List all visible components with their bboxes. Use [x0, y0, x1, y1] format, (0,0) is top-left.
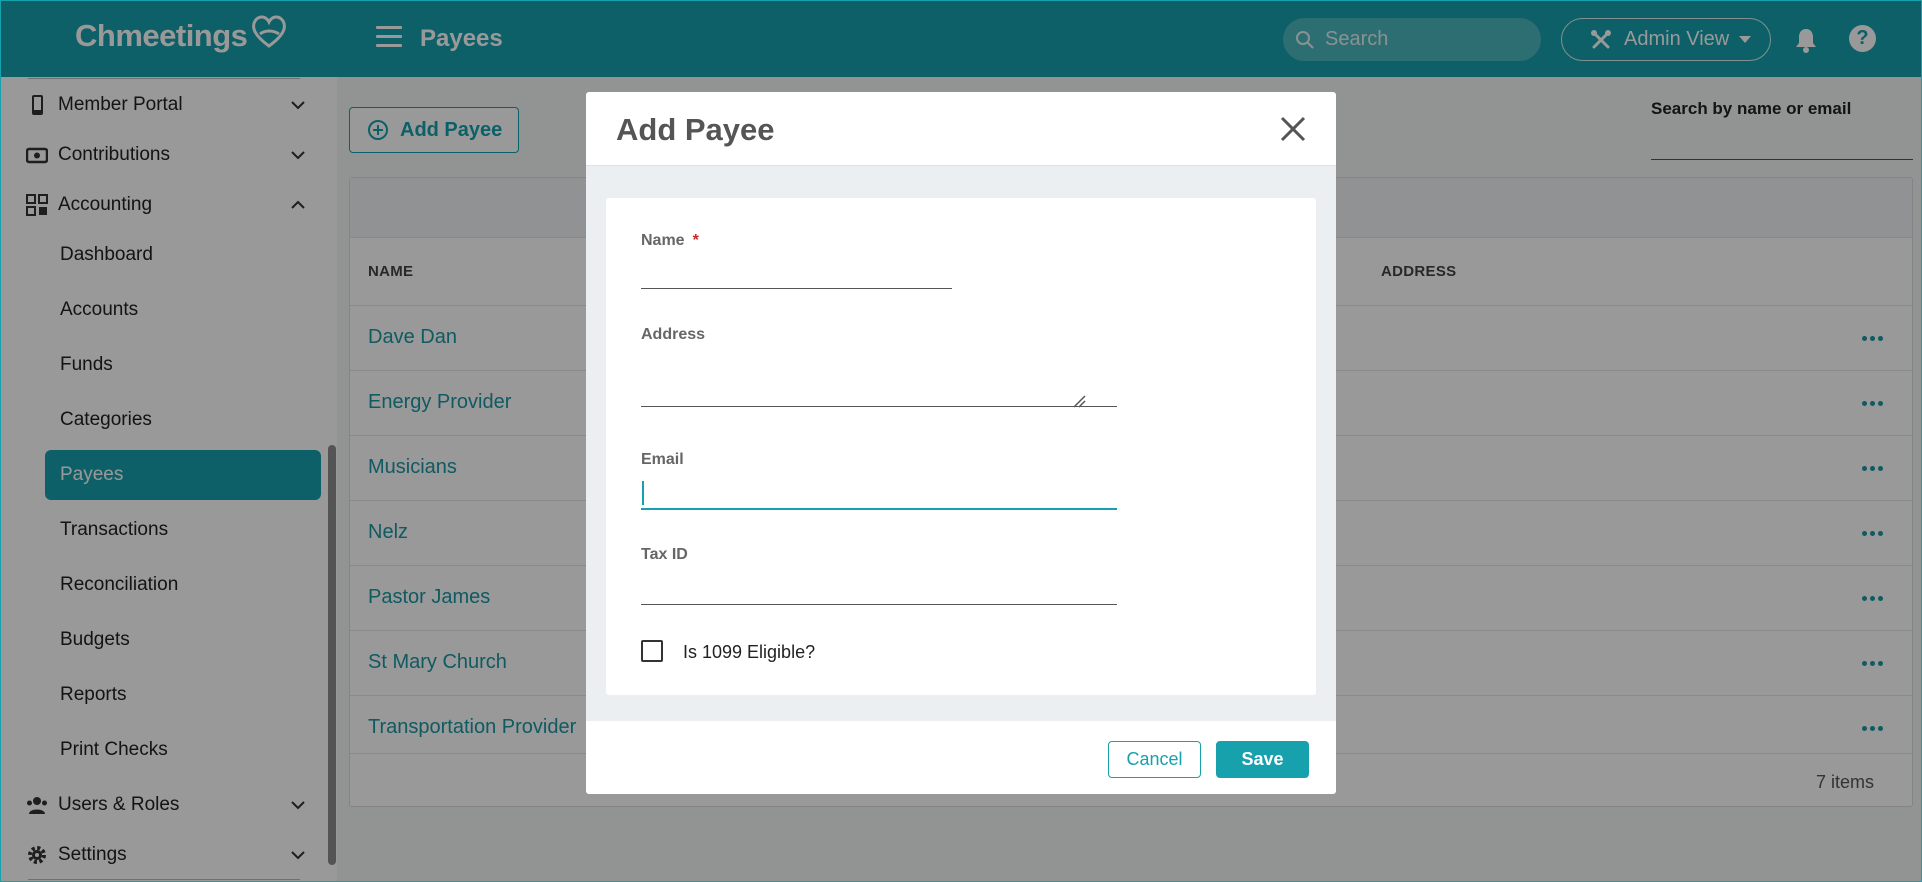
resize-handle-icon[interactable]	[1072, 394, 1086, 408]
dialog-body: Name * Address Email Tax ID Is 1099 Eligi…	[586, 166, 1336, 721]
close-icon[interactable]	[1278, 114, 1308, 144]
address-field[interactable]	[641, 350, 1117, 407]
payee-form: Name * Address Email Tax ID Is 1099 Eligi…	[606, 198, 1316, 695]
add-payee-dialog: Add Payee Name* Address Email Tax ID Is	[586, 92, 1336, 794]
name-field[interactable]	[641, 256, 952, 289]
required-marker: *	[692, 232, 699, 249]
save-button[interactable]: Save	[1216, 741, 1309, 778]
email-field[interactable]	[641, 476, 1117, 510]
address-label: Address	[641, 326, 706, 343]
cancel-button[interactable]: Cancel	[1108, 741, 1201, 778]
dialog-header: Add Payee	[586, 92, 1336, 166]
dialog-title: Add Payee	[616, 112, 775, 147]
is-1099-eligible-checkbox[interactable]	[641, 640, 663, 662]
tax-id-label: Tax ID	[641, 546, 688, 563]
dialog-footer: Cancel Save	[586, 721, 1336, 794]
tax-id-field[interactable]	[641, 570, 1117, 605]
email-label: Email	[641, 451, 684, 468]
text-cursor	[642, 481, 644, 505]
name-label: Name *	[641, 232, 699, 249]
is-1099-eligible-label[interactable]: Is 1099 Eligible?	[683, 642, 815, 663]
